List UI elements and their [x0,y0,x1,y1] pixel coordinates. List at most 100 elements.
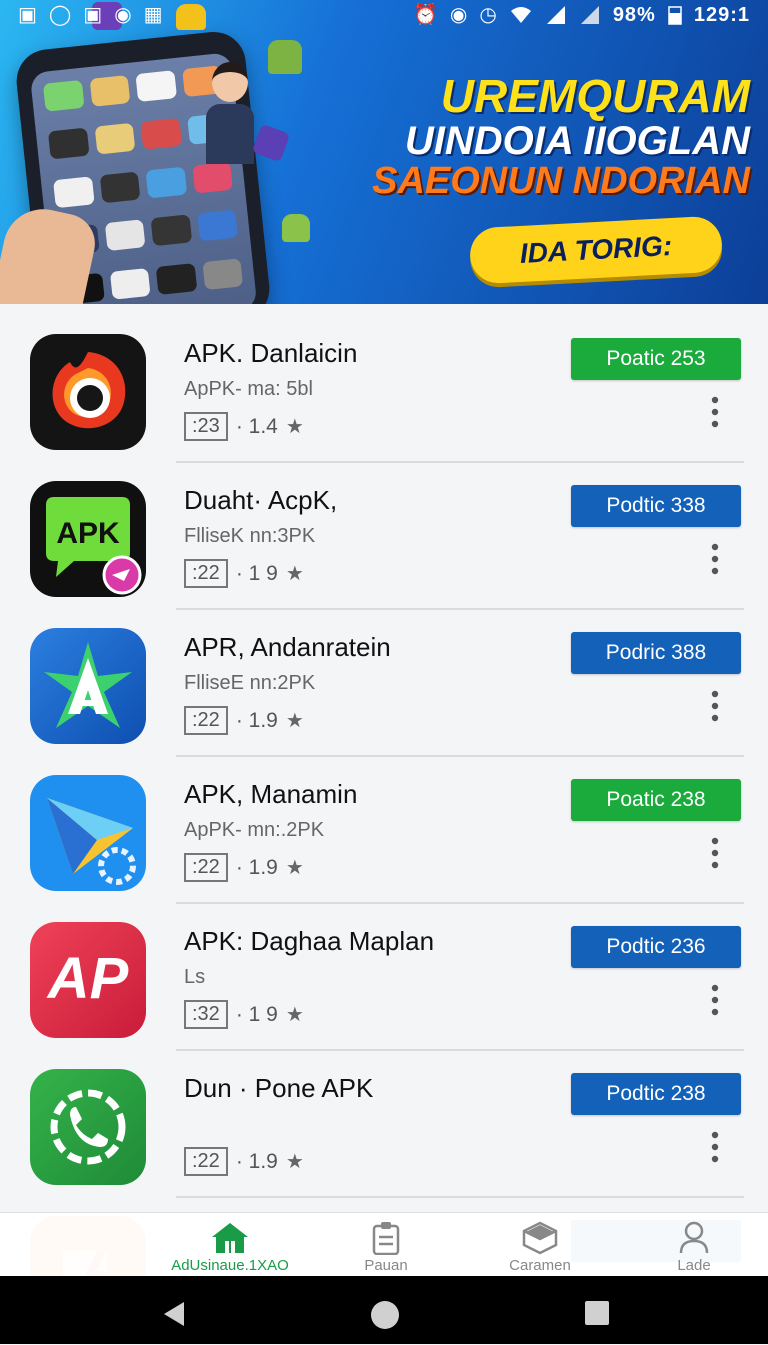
app-list: APK. Danlaicin ApPK- ma: 5bl :23 · 1.4 ★… [0,316,768,1345]
more-options-icon[interactable] [700,686,730,726]
location-icon: ◉ [449,4,468,26]
banner-headline-line-1: UREMQURAM [440,70,750,122]
app-action-button[interactable]: Podtic 238 [571,1073,741,1115]
blue-star-icon[interactable] [30,628,146,744]
app-rating: · 1 9 [235,1002,278,1026]
app-list-item[interactable]: APK. Danlaicin ApPK- ma: 5bl :23 · 1.4 ★… [0,316,768,463]
battery-percent: 98% [612,3,656,26]
app-meta: :22 · 1.9 ★ [184,1147,304,1176]
home-icon [212,1223,248,1253]
person-icon [679,1221,709,1254]
star-icon: ★ [285,1004,304,1026]
app-meta: :23 · 1.4 ★ [184,412,304,441]
notification-icon: ▣ [18,4,37,26]
signal-icon [580,6,599,24]
app-list-item[interactable]: AP APK: Daghaa Maplan Ls :32 · 1 9 ★ Pod… [0,904,768,1051]
app-action-button[interactable]: Poatic 253 [571,338,741,380]
star-icon: ★ [285,1151,304,1173]
app-size-badge: :23 [184,412,228,441]
recents-icon[interactable] [584,1300,610,1326]
app-list-item[interactable]: APK Duaht· AcpK, FlliseK nn:3PK :22 · 1 … [0,463,768,610]
banner-cta-button[interactable]: IDA TORIG: [468,215,724,285]
nav-label: Lade [677,1257,711,1274]
red-ap-icon[interactable]: AP [30,922,146,1038]
home-button-icon[interactable] [370,1300,400,1330]
nav-item-lade[interactable]: Lade [619,1221,768,1274]
app-action-button[interactable]: Podtic 236 [571,926,741,968]
app-rating: · 1 9 [235,561,278,585]
app-rating: · 1.9 [235,708,278,732]
paper-plane-icon[interactable] [30,775,146,891]
app-meta: :22 · 1 9 ★ [184,559,304,588]
system-navigation-bar [0,1276,768,1344]
star-icon: ★ [285,416,304,438]
app-size-badge: :22 [184,853,228,882]
back-icon[interactable] [160,1300,186,1328]
app-size-badge: :22 [184,559,228,588]
app-action-button[interactable]: Poatic 238 [571,779,741,821]
app-action-button[interactable]: Podtic 338 [571,485,741,527]
app-subtitle: Ls [184,966,206,988]
nav-item-home[interactable]: AdUsinaue.1XAO [155,1221,305,1274]
app-list-item[interactable]: Dun · Pone APK :22 · 1.9 ★ Podtic 238 [0,1051,768,1198]
app-subtitle: FlliseK nn:3PK [184,525,316,547]
app-list-item[interactable]: APR, Andanratein FlliseE nn:2PK :22 · 1.… [0,610,768,757]
more-options-icon[interactable] [700,1127,730,1167]
more-options-icon[interactable] [700,980,730,1020]
purple-cube-icon [251,123,291,163]
svg-text:APK: APK [56,517,120,550]
app-meta: :22 · 1.9 ★ [184,706,304,735]
app-title[interactable]: Duaht· AcpK, [184,485,337,516]
nav-label: Pauan [364,1257,408,1274]
circle-icon: ◯ [48,4,72,26]
android-icon: ◉ [114,4,132,26]
app-subtitle: ApPK- ma: 5bl [184,378,313,400]
status-bar: ▣ ◯ ▣ ◉ ▦ ⏰ ◉ ◷ 98% 129:1 [0,0,768,30]
app-list-item[interactable]: APK, Manamin ApPK- mn:.2PK :22 · 1.9 ★ P… [0,757,768,904]
more-options-icon[interactable] [700,833,730,873]
person-illustration [206,62,254,164]
banner-headline-line-2: UINDOIA IIOGLAN [404,119,750,164]
app-title[interactable]: Dun · Pone APK [184,1073,373,1104]
app-meta: :32 · 1 9 ★ [184,1000,304,1029]
red-camera-icon[interactable] [30,334,146,450]
timer-icon: ◷ [479,4,497,26]
app-subtitle: ApPK- mn:.2PK [184,819,325,841]
star-icon: ★ [285,857,304,879]
svg-text:AP: AP [46,946,129,1011]
apk-chat-icon[interactable]: APK [30,481,146,597]
nav-label: AdUsinaue.1XAO [171,1257,289,1274]
nav-item-caramen[interactable]: Caramen [465,1221,615,1274]
signal-icon [546,6,565,24]
app-title[interactable]: APK: Daghaa Maplan [184,926,434,957]
android-robot-icon [268,40,302,74]
battery-icon [668,6,682,25]
app-icon: ▣ [83,4,103,26]
app-title[interactable]: APK. Danlaicin [184,338,357,369]
banner-headline: UREMQURAM UINDOIA IIOGLAN SAEONUN NDORIA… [330,72,750,202]
banner-headline-line-3: SAEONUN NDORIAN [372,160,750,203]
promo-banner[interactable]: UREMQURAM UINDOIA IIOGLAN SAEONUN NDORIA… [0,0,768,304]
alarm-icon: ⏰ [413,4,438,26]
star-icon: ★ [285,710,304,732]
status-bar-right: ⏰ ◉ ◷ 98% 129:1 [413,4,750,27]
clipboard-icon [372,1222,400,1255]
app-size-badge: :32 [184,1000,228,1029]
app-title[interactable]: APK, Manamin [184,779,357,810]
nav-label: Caramen [509,1257,571,1274]
more-options-icon[interactable] [700,392,730,432]
image-icon: ▦ [143,4,163,26]
app-title[interactable]: APR, Andanratein [184,632,391,663]
status-bar-left: ▣ ◯ ▣ ◉ ▦ [18,5,163,25]
app-action-button[interactable]: Podric 388 [571,632,741,674]
star-icon: ★ [285,563,304,585]
cube-icon [522,1221,558,1255]
app-rating: · 1.9 [235,855,278,879]
more-options-icon[interactable] [700,539,730,579]
nav-item-pauan[interactable]: Pauan [311,1221,461,1274]
android-robot-icon [282,214,310,242]
green-phone-icon[interactable] [30,1069,146,1185]
app-rating: · 1.9 [235,1149,278,1173]
app-rating: · 1.4 [235,414,278,438]
app-size-badge: :22 [184,706,228,735]
